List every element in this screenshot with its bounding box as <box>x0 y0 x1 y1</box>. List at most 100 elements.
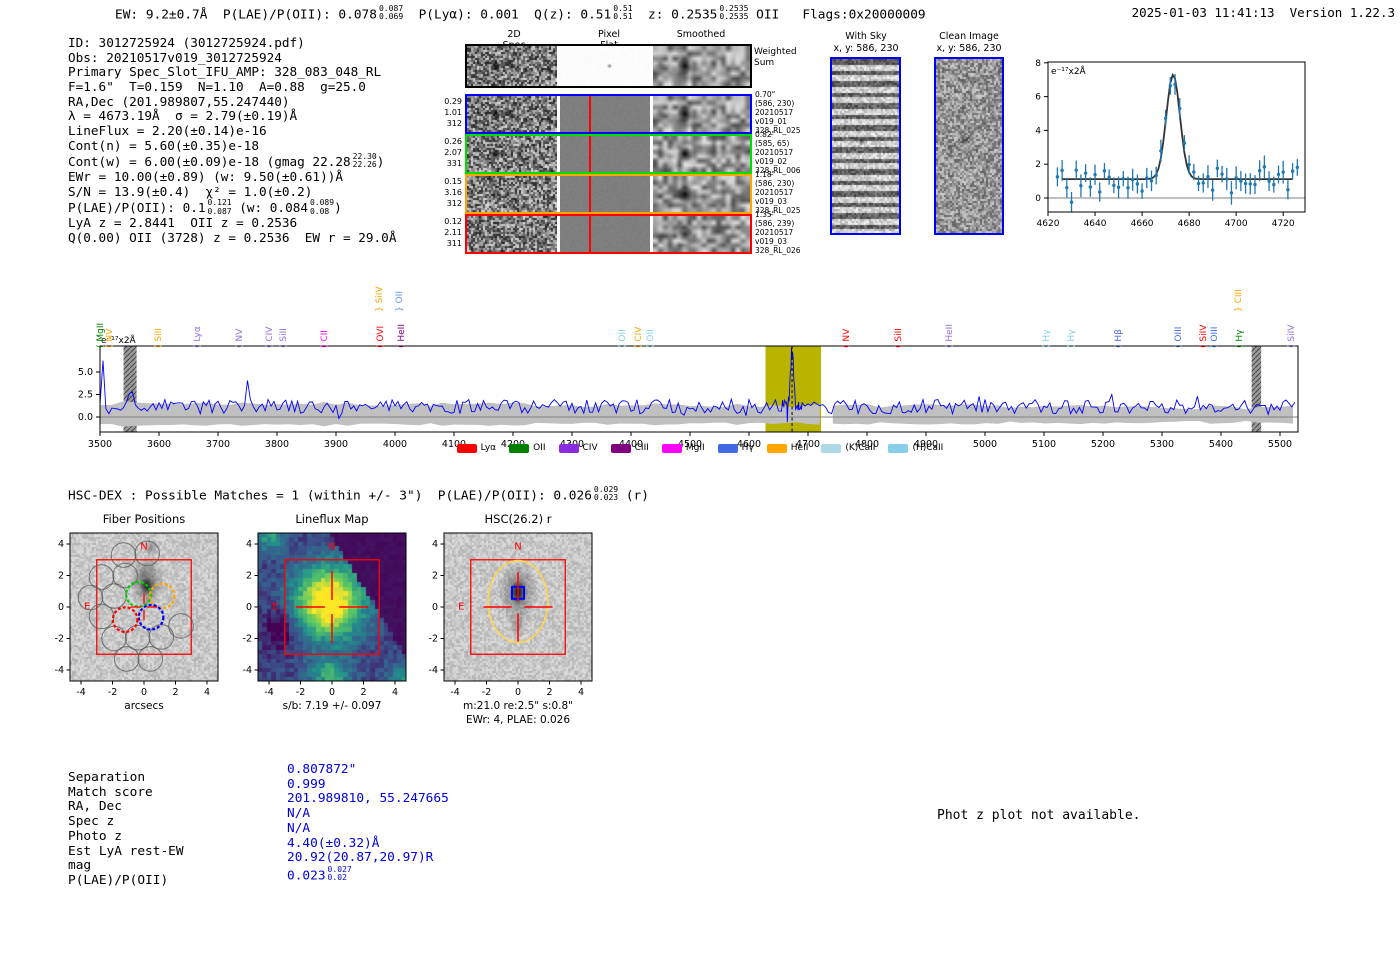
line-label: ( SiII <box>154 328 164 348</box>
stat-line: 3.16 <box>444 188 462 197</box>
svg-text:4: 4 <box>204 687 210 698</box>
info-line: F=1.6" T=0.159 N=1.10 A=0.88 g=25.0 <box>68 78 396 95</box>
line-label: ( CIV <box>634 326 644 348</box>
row-left-stats: 0.12 2.11 311 <box>438 216 462 249</box>
line-label: ( CIV <box>265 326 275 348</box>
line-label: ( NV <box>235 328 245 348</box>
legend-label: MgII <box>685 443 705 453</box>
legend-label: CIII <box>634 443 649 453</box>
spectrum-legend: Lyα OII CIV CIII MgII Hγ HeII (K)CaII (H)CaII <box>100 443 1300 453</box>
flat-red-line <box>589 176 591 212</box>
stacked-fraction: 0.027 0.02 <box>327 864 352 883</box>
svg-text:0.0: 0.0 <box>78 412 93 423</box>
stacked-fraction: 0.029 0.023 <box>593 485 619 503</box>
svg-text:4660: 4660 <box>1131 219 1154 229</box>
fiber-spec-row <box>465 214 752 254</box>
svg-text:-2: -2 <box>243 633 252 644</box>
text-token: 0.023 <box>287 868 326 884</box>
table-row-label: RA, Dec <box>68 799 122 815</box>
info-line: Obs: 20210517v019_3012725924 <box>68 49 396 66</box>
svg-text:-2: -2 <box>429 633 438 644</box>
legend-item: (H)CaII <box>888 443 943 453</box>
flat-red-line <box>589 96 591 132</box>
table-row-value: 0.999 <box>287 777 449 793</box>
svg-text:8: 8 <box>1035 59 1041 69</box>
row-exposure-info: 1.18" (586, 230) 20210517 v019_03 328_RL_025 <box>755 170 801 216</box>
table-row-label: Match score <box>68 784 153 800</box>
text-token: F=1.6" T=0.159 N=1.10 A=0.88 g=25.0 <box>68 78 366 94</box>
stat-line: 312 <box>446 199 462 208</box>
svg-text:4620: 4620 <box>1037 219 1060 229</box>
text-token: 4.40(±0.32)Å <box>287 835 380 851</box>
svg-text:0: 0 <box>432 602 438 613</box>
text-token: HSC-DEX : Possible Matches = 1 (within +… <box>68 488 592 504</box>
table-row-label: Est LyA rest-EW <box>68 843 184 859</box>
info-line: λ = 4673.19Å σ = 2.79(±0.19)Å <box>68 108 396 124</box>
legend-item: OII <box>509 443 546 453</box>
clean-image-title-line: Clean Image <box>939 31 999 42</box>
clean-image-coords: x, y: 586, 230 <box>936 42 1002 54</box>
svg-text:0: 0 <box>58 602 64 613</box>
pixel-flat-image <box>560 96 650 132</box>
table-row-label: Spec z <box>68 814 115 830</box>
fiber-spec-row <box>465 94 752 134</box>
fiber-positions-plot: Fiber Positions-4-4-2-2002244arcsecsNE <box>55 512 219 712</box>
svg-text:HSC(26.2) r: HSC(26.2) r <box>485 512 552 526</box>
svg-text:4: 4 <box>1035 126 1041 136</box>
legend-swatch <box>766 443 787 453</box>
with-sky-cutout <box>830 57 901 235</box>
svg-text:-4: -4 <box>429 665 438 676</box>
line-label: ( HeII <box>945 324 955 348</box>
with-sky-title: With Sky x, y: 586, 230 <box>833 31 898 54</box>
svg-text:m:21.0 re:2.5" s:0.8": m:21.0 re:2.5" s:0.8" <box>463 700 573 712</box>
legend-label: Lyα <box>480 443 497 453</box>
svg-text:5.0: 5.0 <box>78 367 93 378</box>
info-line: Primary Spec_Slot_IFU_AMP: 328_083_048_R… <box>68 64 396 80</box>
text-token: P(LAE)/P(OII): 0.1 <box>68 200 206 216</box>
stat-line: 2.11 <box>444 228 462 237</box>
stat-line: 331 <box>446 159 462 168</box>
text-token: Cont(n) = 5.60(±0.35)e-18 <box>68 137 259 153</box>
stacked-fraction: 0.087 0.069 <box>378 4 404 22</box>
table-row-label: Separation <box>68 770 146 785</box>
legend-label: OII <box>533 443 546 453</box>
text-token: Cont(w) = 6.00(±0.09)e-18 (gmag 22.28 <box>68 154 351 170</box>
svg-text:4: 4 <box>578 687 584 698</box>
header-summary: EW: 9.2±0.7Å P(LAE)/P(OII): 0.078 0.087 0.… <box>115 4 926 22</box>
table-row-value: 20.92(20.87,20.97)R <box>287 850 449 866</box>
legend-label: CIV <box>582 443 598 453</box>
info-line: LyA z = 2.8441 OII z = 0.2536 <box>68 215 396 231</box>
svg-text:4: 4 <box>432 539 438 550</box>
line-label: ( OIII <box>1210 326 1220 348</box>
line-label: ( SiII <box>894 328 904 348</box>
fiber-spec-row <box>465 134 752 174</box>
row-left-stats: 0.15 3.16 312 <box>438 176 462 209</box>
info-line: RA,Dec (201.989807,55.247440) <box>68 94 396 110</box>
svg-text:-4: -4 <box>450 687 459 698</box>
table-row-label: P(LAE)/P(OII) <box>68 872 169 888</box>
text-token: Obs: 20210517v019_3012725924 <box>68 49 282 65</box>
text-token: S/N = 13.9(±0.4) χ² = 1.0(±0.2) <box>68 183 313 199</box>
svg-text:4720: 4720 <box>1272 219 1295 229</box>
smoothed-image <box>653 176 750 212</box>
legend-swatch <box>821 443 842 453</box>
stacked-fraction: 0.2535 0.2535 <box>719 4 749 22</box>
svg-text:6: 6 <box>1035 93 1041 103</box>
svg-text:4: 4 <box>392 687 398 698</box>
text-token: Q(0.00) OII (3728) z = 0.2536 EW r = 29.… <box>68 229 397 245</box>
legend-item: (K)CaII <box>821 443 875 453</box>
spec2d-image <box>467 176 557 212</box>
text-token: Primary Spec_Slot_IFU_AMP: 328_083_048_R… <box>68 64 382 80</box>
spec2d-image <box>467 136 557 172</box>
svg-text:N: N <box>514 542 521 553</box>
text-token: λ = 4673.19Å σ = 2.79(±0.19)Å <box>68 108 298 124</box>
table-row-value: 201.989810, 55.247665 <box>287 792 449 807</box>
svg-text:EWr: 4, PLAE: 0.026: EWr: 4, PLAE: 0.026 <box>466 714 570 726</box>
row-exposure-info: 0.70" (586, 230) 20210517 v019_01 328_RL_025 <box>755 90 801 136</box>
svg-text:E: E <box>272 601 278 612</box>
svg-text:2: 2 <box>58 571 64 582</box>
stacked-fraction: 0.121 0.087 <box>207 198 232 216</box>
clean-image-cutout <box>934 57 1004 235</box>
svg-text:-2: -2 <box>482 687 491 698</box>
row-left-stats: 0.26 2.07 331 <box>438 136 462 169</box>
